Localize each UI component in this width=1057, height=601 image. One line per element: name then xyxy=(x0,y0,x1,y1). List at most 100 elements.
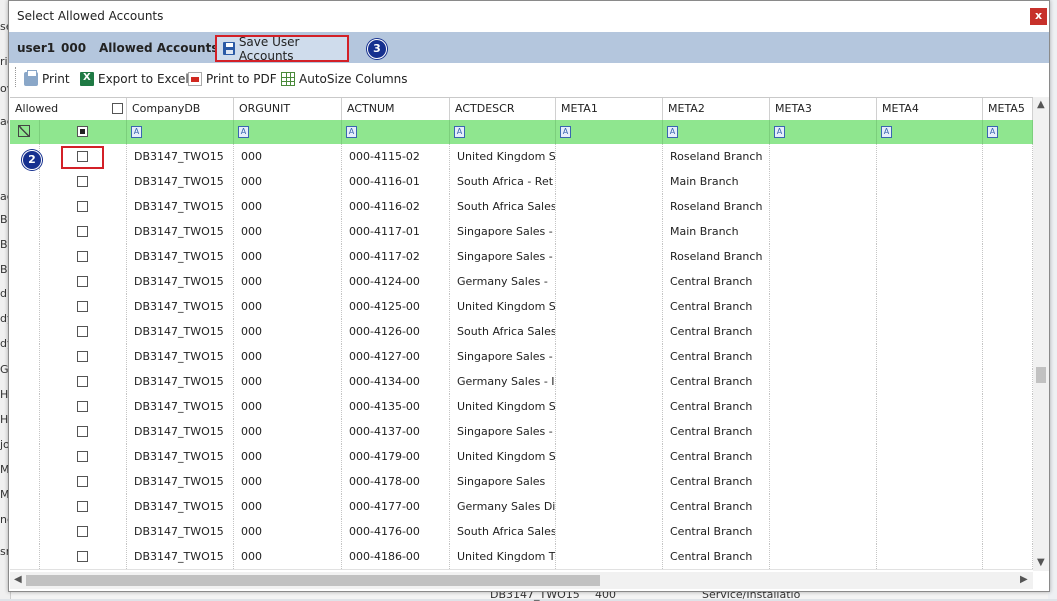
allowed-cell[interactable] xyxy=(40,469,127,494)
allowed-checkbox[interactable] xyxy=(77,251,88,262)
filter-operator-icon[interactable]: A xyxy=(667,126,678,138)
allowed-cell[interactable] xyxy=(40,294,127,319)
allowed-cell[interactable] xyxy=(40,319,127,344)
allowed-cell[interactable] xyxy=(40,269,127,294)
filter-cell[interactable]: A xyxy=(127,120,234,144)
allowed-checkbox[interactable] xyxy=(77,376,88,387)
filter-operator-icon[interactable]: A xyxy=(454,126,465,138)
filter-operator-icon[interactable]: A xyxy=(238,126,249,138)
filter-cell[interactable]: A xyxy=(877,120,983,144)
filter-operator-icon[interactable]: A xyxy=(774,126,785,138)
allowed-checkbox[interactable] xyxy=(77,501,88,512)
allowed-checkbox[interactable] xyxy=(77,301,88,312)
filter-cell[interactable] xyxy=(10,120,40,144)
scroll-up-icon[interactable]: ▲ xyxy=(1037,99,1045,110)
horizontal-scrollbar[interactable]: ◀ ▶ xyxy=(10,572,1033,589)
empty-cell xyxy=(877,219,983,244)
table-row[interactable]: DB3147_TWO15 000 000-4177-00 Germany Sales … xyxy=(10,494,1033,520)
filter-cell[interactable]: A xyxy=(556,120,663,144)
allowed-checkbox[interactable] xyxy=(77,451,88,462)
vertical-scroll-thumb[interactable] xyxy=(1036,367,1046,383)
allowed-cell[interactable] xyxy=(40,444,127,469)
column-header-meta1[interactable]: META1 xyxy=(556,98,663,120)
save-user-accounts-button[interactable]: Save User Accounts xyxy=(215,35,349,63)
filter-cell[interactable] xyxy=(40,120,127,144)
vertical-scrollbar[interactable]: ▲ ▼ xyxy=(1033,97,1049,571)
column-header-actdescr[interactable]: ACTDESCR xyxy=(450,98,556,120)
column-header-actnum[interactable]: ACTNUM xyxy=(342,98,450,120)
table-row[interactable]: DB3147_TWO15 000 000-4135-00 United Kingdom… xyxy=(10,394,1033,420)
filter-checkbox[interactable] xyxy=(77,126,88,137)
table-row[interactable]: DB3147_TWO15 000 000-4176-00 South Africa S… xyxy=(10,519,1033,545)
cell-company: DB3147_TWO15 xyxy=(127,319,234,344)
filter-cell[interactable]: A xyxy=(983,120,1033,144)
table-row[interactable]: DB3147_TWO15 000 000-4126-00 South Africa S… xyxy=(10,319,1033,345)
column-header-meta4[interactable]: META4 xyxy=(877,98,983,120)
allowed-cell[interactable] xyxy=(40,519,127,544)
filter-cell[interactable]: A xyxy=(450,120,556,144)
filter-operator-icon[interactable]: A xyxy=(560,126,571,138)
allowed-checkbox[interactable] xyxy=(77,276,88,287)
column-header-companydb[interactable]: CompanyDB xyxy=(127,98,234,120)
print-pdf-button[interactable]: Print to PDF xyxy=(188,72,277,86)
allowed-checkbox[interactable] xyxy=(77,201,88,212)
allowed-cell[interactable] xyxy=(40,344,127,369)
empty-cell xyxy=(556,419,663,444)
table-row[interactable]: DB3147_TWO15 000 000-4178-00 Singapore Sale… xyxy=(10,469,1033,495)
export-excel-button[interactable]: Export to Excel xyxy=(80,72,189,86)
select-all-checkbox[interactable] xyxy=(112,103,123,114)
allowed-checkbox[interactable] xyxy=(77,401,88,412)
filter-operator-icon[interactable]: A xyxy=(131,126,142,138)
table-row[interactable]: DB3147_TWO15 000 000-4137-00 Singapore Sale… xyxy=(10,419,1033,445)
filter-operator-icon[interactable]: A xyxy=(987,126,998,138)
table-row[interactable]: DB3147_TWO15 000 000-4179-00 United Kingdom… xyxy=(10,444,1033,470)
allowed-checkbox[interactable] xyxy=(77,326,88,337)
column-header-allowed[interactable]: Allowed xyxy=(10,98,127,120)
table-row[interactable]: DB3147_TWO15 000 000-4127-00 Singapore Sale… xyxy=(10,344,1033,370)
filter-cell[interactable]: A xyxy=(234,120,342,144)
table-row[interactable]: DB3147_TWO15 000 000-4116-02 South Africa S… xyxy=(10,194,1033,220)
allowed-cell[interactable] xyxy=(40,494,127,519)
filter-clear-icon[interactable] xyxy=(18,125,30,137)
allowed-checkbox[interactable] xyxy=(77,226,88,237)
column-header-meta2[interactable]: META2 xyxy=(663,98,770,120)
allowed-checkbox[interactable] xyxy=(77,176,88,187)
filter-cell[interactable]: A xyxy=(770,120,877,144)
allowed-cell[interactable] xyxy=(40,544,127,569)
allowed-cell[interactable] xyxy=(40,244,127,269)
autosize-columns-button[interactable]: AutoSize Columns xyxy=(281,72,408,86)
table-row[interactable]: DB3147_TWO15 000 000-4186-00 United Kingdom… xyxy=(10,544,1033,570)
allowed-cell[interactable] xyxy=(40,169,127,194)
scroll-right-icon[interactable]: ▶ xyxy=(1020,574,1028,585)
close-button[interactable]: x xyxy=(1030,8,1047,25)
allowed-cell[interactable] xyxy=(40,219,127,244)
scroll-left-icon[interactable]: ◀ xyxy=(14,574,22,585)
filter-operator-icon[interactable]: A xyxy=(881,126,892,138)
filter-cell[interactable]: A xyxy=(663,120,770,144)
filter-cell[interactable]: A xyxy=(342,120,450,144)
column-header-orgunit[interactable]: ORGUNIT xyxy=(234,98,342,120)
column-header-meta3[interactable]: META3 xyxy=(770,98,877,120)
table-row[interactable]: DB3147_TWO15 000 000-4125-00 United Kingdom… xyxy=(10,294,1033,320)
allowed-cell[interactable] xyxy=(40,194,127,219)
scroll-down-icon[interactable]: ▼ xyxy=(1037,557,1045,568)
table-row[interactable]: DB3147_TWO15 000 000-4117-01 Singapore Sale… xyxy=(10,219,1033,245)
allowed-checkbox[interactable] xyxy=(77,551,88,562)
allowed-checkbox[interactable] xyxy=(77,526,88,537)
allowed-checkbox[interactable] xyxy=(77,426,88,437)
table-row[interactable]: DB3147_TWO15 000 000-4124-00 Germany Sales … xyxy=(10,269,1033,295)
allowed-cell[interactable] xyxy=(40,394,127,419)
print-button[interactable]: Print xyxy=(24,70,70,86)
allowed-checkbox[interactable] xyxy=(77,476,88,487)
filter-operator-icon[interactable]: A xyxy=(346,126,357,138)
allowed-cell[interactable] xyxy=(40,419,127,444)
allowed-checkbox[interactable] xyxy=(77,351,88,362)
table-row[interactable]: DB3147_TWO15 000 000-4117-02 Singapore Sale… xyxy=(10,244,1033,270)
table-row[interactable]: DB3147_TWO15 000 000-4134-00 Germany Sales … xyxy=(10,369,1033,395)
table-row[interactable]: DB3147_TWO15 000 000-4115-02 United Kingdom… xyxy=(10,144,1033,170)
allowed-cell[interactable] xyxy=(40,369,127,394)
table-row[interactable]: DB3147_TWO15 000 000-4116-01 South Africa -… xyxy=(10,169,1033,195)
horizontal-scroll-thumb[interactable] xyxy=(26,575,600,586)
cell-meta2: Central Branch xyxy=(663,344,770,369)
column-header-meta5[interactable]: META5 xyxy=(983,98,1033,120)
